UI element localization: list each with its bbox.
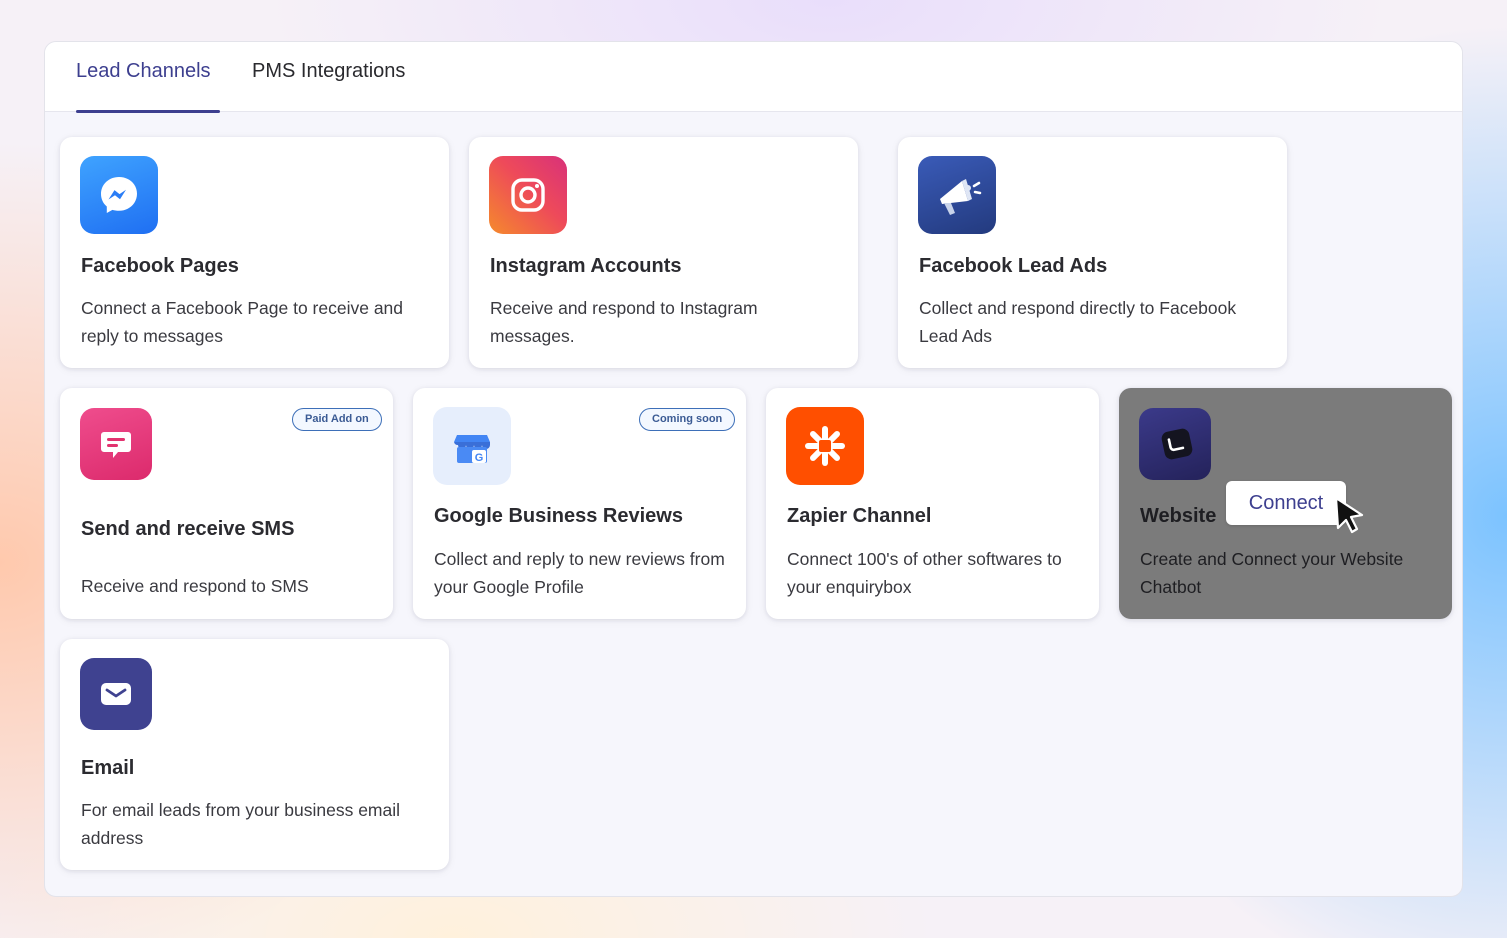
sms-chat-icon bbox=[80, 408, 152, 480]
channel-title: Facebook Pages bbox=[81, 255, 239, 277]
channel-description: Receive and respond to Instagram message… bbox=[490, 298, 758, 346]
channel-card-instagram-accounts[interactable]: Instagram Accounts Receive and respond t… bbox=[469, 137, 858, 368]
chatbot-icon bbox=[1139, 408, 1211, 480]
envelope-icon bbox=[80, 658, 152, 730]
channel-description: For email leads from your business email… bbox=[81, 800, 401, 848]
channel-description: Connect 100's of other softwares to your… bbox=[787, 549, 1062, 597]
connect-button[interactable]: Connect bbox=[1226, 481, 1346, 525]
svg-text:G: G bbox=[475, 452, 484, 464]
mouse-cursor-icon bbox=[1334, 496, 1364, 534]
active-tab-indicator bbox=[76, 110, 220, 113]
google-business-icon: G bbox=[433, 407, 511, 485]
channel-description: Receive and respond to SMS bbox=[81, 576, 309, 596]
channel-card-email[interactable]: Email For email leads from your business… bbox=[60, 639, 449, 870]
tab-pms-integrations[interactable]: PMS Integrations bbox=[252, 60, 405, 83]
tab-bar: Lead Channels PMS Integrations bbox=[45, 42, 1462, 113]
channel-description: Collect and reply to new reviews from yo… bbox=[434, 549, 725, 597]
channel-card-google-business-reviews[interactable]: G Coming soon Google Business Reviews Co… bbox=[413, 388, 746, 619]
channel-card-zapier[interactable]: Zapier Channel Connect 100's of other so… bbox=[766, 388, 1099, 619]
channel-title: Website bbox=[1140, 505, 1217, 527]
megaphone-icon bbox=[918, 156, 996, 234]
zapier-icon bbox=[786, 407, 864, 485]
channel-title: Facebook Lead Ads bbox=[919, 255, 1108, 277]
messenger-icon bbox=[80, 156, 158, 234]
channel-title: Email bbox=[81, 757, 135, 779]
channel-description: Create and Connect your Website Chatbot bbox=[1140, 549, 1404, 597]
coming-soon-badge: Coming soon bbox=[639, 408, 736, 431]
paid-add-on-badge: Paid Add on bbox=[292, 408, 382, 431]
tab-lead-channels[interactable]: Lead Channels bbox=[76, 60, 211, 83]
channel-title: Send and receive SMS bbox=[81, 518, 295, 540]
channel-title: Zapier Channel bbox=[787, 505, 932, 527]
channel-description: Collect and respond directly to Facebook… bbox=[919, 298, 1237, 346]
channel-title: Instagram Accounts bbox=[490, 255, 682, 277]
instagram-icon bbox=[489, 156, 567, 234]
channel-card-facebook-lead-ads[interactable]: Facebook Lead Ads Collect and respond di… bbox=[898, 137, 1287, 368]
channel-card-facebook-pages[interactable]: Facebook Pages Connect a Facebook Page t… bbox=[60, 137, 449, 368]
channel-card-sms[interactable]: Paid Add on Send and receive SMS Receive… bbox=[60, 388, 393, 619]
channel-description: Connect a Facebook Page to receive and r… bbox=[81, 298, 404, 346]
channel-title: Google Business Reviews bbox=[434, 505, 683, 527]
